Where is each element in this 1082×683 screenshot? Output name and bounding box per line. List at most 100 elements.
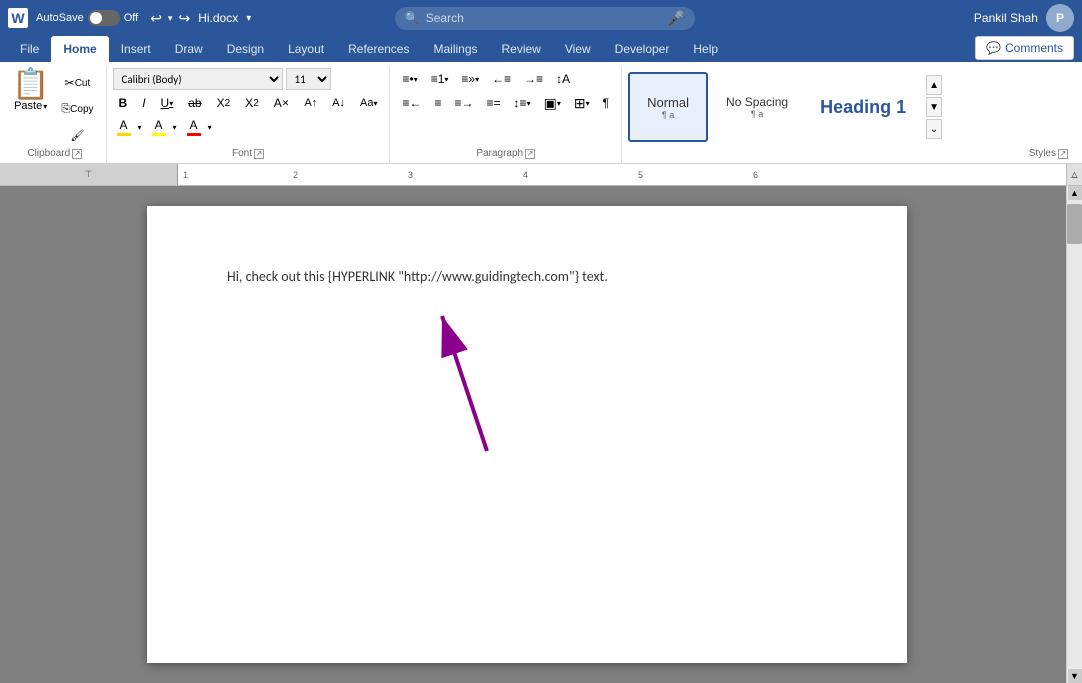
scroll-up-button[interactable]: ▲ xyxy=(1068,186,1082,200)
decrease-indent-button[interactable]: ←≡ xyxy=(486,68,517,90)
tab-draw[interactable]: Draw xyxy=(163,36,215,62)
ruler-mark-3: 3 xyxy=(408,170,413,180)
subscript-button[interactable]: X2 xyxy=(211,92,237,114)
scroll-thumb[interactable] xyxy=(1067,204,1082,244)
superscript-button[interactable]: X2 xyxy=(239,92,265,114)
styles-scroll-up[interactable]: ▲ xyxy=(926,75,942,95)
bullets-button[interactable]: ≡• ▾ xyxy=(396,68,423,90)
font-color-dropdown[interactable]: ▾ xyxy=(135,116,145,138)
style-normal[interactable]: Normal ¶ a xyxy=(628,72,708,142)
increase-indent-button[interactable]: →≡ xyxy=(518,68,549,90)
undo-button[interactable]: ↩ xyxy=(150,10,162,27)
tab-layout[interactable]: Layout xyxy=(276,36,336,62)
cut-button[interactable]: ✂ Cut xyxy=(55,72,99,94)
font-row1: Calibri (Body) 11 xyxy=(113,68,331,90)
autosave-state: Off xyxy=(124,12,138,24)
ruler-scroll-area[interactable]: △ xyxy=(1066,164,1082,185)
underline-button[interactable]: U ▾ xyxy=(155,92,180,114)
filename: Hi.docx xyxy=(198,11,238,25)
font-size-selector[interactable]: 11 xyxy=(286,68,331,90)
tab-view[interactable]: View xyxy=(553,36,603,62)
font-expand[interactable]: ↗ xyxy=(254,149,264,159)
shading-button[interactable]: ▣ ▾ xyxy=(538,92,567,114)
styles-expand-icon[interactable]: ↗ xyxy=(1058,149,1068,159)
clear-format-button[interactable]: A✕ xyxy=(268,92,296,114)
line-spacing-button[interactable]: ↕≡ ▾ xyxy=(508,92,537,114)
paste-button[interactable]: 📋 Paste ▾ xyxy=(10,68,51,114)
italic-button[interactable]: I xyxy=(136,92,151,114)
ruler-left-margin: ⊤ xyxy=(0,164,178,185)
text-color-btn-group: A ▾ xyxy=(183,116,215,138)
text-color-button[interactable]: A xyxy=(183,116,205,138)
clipboard-expand[interactable]: ↗ xyxy=(72,149,82,159)
comments-button[interactable]: 💬 Comments xyxy=(975,36,1074,60)
tab-design[interactable]: Design xyxy=(215,36,276,62)
redo-button[interactable]: ↪ xyxy=(178,10,190,27)
styles-expand[interactable]: ⌄ xyxy=(926,119,942,139)
align-center-button[interactable]: ≡ xyxy=(429,92,448,114)
style-no-spacing[interactable]: No Spacing ¶ a xyxy=(712,72,802,142)
tab-developer[interactable]: Developer xyxy=(603,36,682,62)
grow-font-button[interactable]: A↑ xyxy=(298,92,323,114)
search-icon: 🔍 xyxy=(405,11,420,25)
multilevel-button[interactable]: ≡» ▾ xyxy=(455,68,485,90)
font-color-bar xyxy=(117,133,131,136)
document-page[interactable]: Hi, check out this {HYPERLINK "http://ww… xyxy=(147,206,907,663)
font-color-button[interactable]: A xyxy=(113,116,135,138)
search-input[interactable] xyxy=(426,11,662,25)
search-box: 🔍 🎤 xyxy=(395,7,695,30)
undo-dropdown[interactable]: ▾ xyxy=(168,13,173,24)
highlight-color-bar xyxy=(152,133,166,136)
tab-insert[interactable]: Insert xyxy=(109,36,163,62)
style-normal-sublabel: ¶ a xyxy=(662,110,674,120)
scroll-track[interactable] xyxy=(1067,200,1082,669)
tab-mailings[interactable]: Mailings xyxy=(421,36,489,62)
ruler-mark-5: 5 xyxy=(638,170,643,180)
copy-button[interactable]: ⎘ Copy xyxy=(55,98,99,120)
shrink-font-button[interactable]: A↓ xyxy=(326,92,351,114)
para-row2: ≡← ≡ ≡→ ≡= ↕≡ ▾ ▣ ▾ ⊞ ▾ ¶ xyxy=(396,92,615,114)
paragraph-expand[interactable]: ↗ xyxy=(525,149,535,159)
borders-button[interactable]: ⊞ ▾ xyxy=(568,92,596,114)
title-bar: W AutoSave Off ↩ ▾ ↪ Hi.docx ▾ 🔍 🎤 Panki… xyxy=(0,0,1082,36)
paragraph-group: ≡• ▾ ≡1 ▾ ≡» ▾ ←≡ →≡ ↕A ≡← ≡ ≡→ ≡= ↕≡ ▾ … xyxy=(390,66,622,163)
sort-button[interactable]: ↕A xyxy=(550,68,576,90)
ruler-mark-4: 4 xyxy=(523,170,528,180)
align-right-button[interactable]: ≡→ xyxy=(449,92,480,114)
document-area[interactable]: Hi, check out this {HYPERLINK "http://ww… xyxy=(8,186,1066,683)
main-content: Hi, check out this {HYPERLINK "http://ww… xyxy=(0,186,1082,683)
styles-scroll-down[interactable]: ▼ xyxy=(926,97,942,117)
arrow-svg xyxy=(407,296,527,456)
style-heading1[interactable]: Heading 1 xyxy=(806,72,920,142)
paste-dropdown[interactable]: ▾ xyxy=(43,102,47,111)
right-scrollbar[interactable]: ▲ ▼ xyxy=(1066,186,1082,683)
justify-button[interactable]: ≡= xyxy=(481,92,507,114)
strikethrough-button[interactable]: ab xyxy=(182,92,207,114)
change-case-button[interactable]: Aa▾ xyxy=(354,92,383,114)
tab-file[interactable]: File xyxy=(8,36,51,62)
font-name-selector[interactable]: Calibri (Body) xyxy=(113,68,283,90)
paste-label: Paste xyxy=(14,100,42,112)
avatar[interactable]: P xyxy=(1046,4,1074,32)
show-hide-button[interactable]: ¶ xyxy=(597,92,615,114)
scroll-down-button[interactable]: ▼ xyxy=(1068,669,1082,683)
bold-button[interactable]: B xyxy=(113,92,134,114)
highlight-dropdown[interactable]: ▾ xyxy=(170,116,180,138)
autosave-toggle[interactable] xyxy=(88,10,120,26)
font-row2: B I U ▾ ab X2 X2 A✕ A↑ A↓ Aa▾ xyxy=(113,92,384,114)
text-color-dropdown[interactable]: ▾ xyxy=(205,116,215,138)
comment-icon: 💬 xyxy=(986,41,1001,55)
mic-icon[interactable]: 🎤 xyxy=(667,10,684,27)
font-label: Font ↗ xyxy=(113,146,384,161)
tab-review[interactable]: Review xyxy=(490,36,553,62)
paragraph-label: Paragraph ↗ xyxy=(396,146,615,161)
align-left-button[interactable]: ≡← xyxy=(396,92,427,114)
numbering-button[interactable]: ≡1 ▾ xyxy=(425,68,455,90)
tab-references[interactable]: References xyxy=(336,36,421,62)
format-painter-button[interactable]: 🖌 xyxy=(55,124,99,146)
tab-home[interactable]: Home xyxy=(51,36,108,62)
filename-caret[interactable]: ▾ xyxy=(246,13,251,24)
highlight-button[interactable]: A xyxy=(148,116,170,138)
tab-help[interactable]: Help xyxy=(681,36,730,62)
toggle-knob xyxy=(90,12,102,24)
